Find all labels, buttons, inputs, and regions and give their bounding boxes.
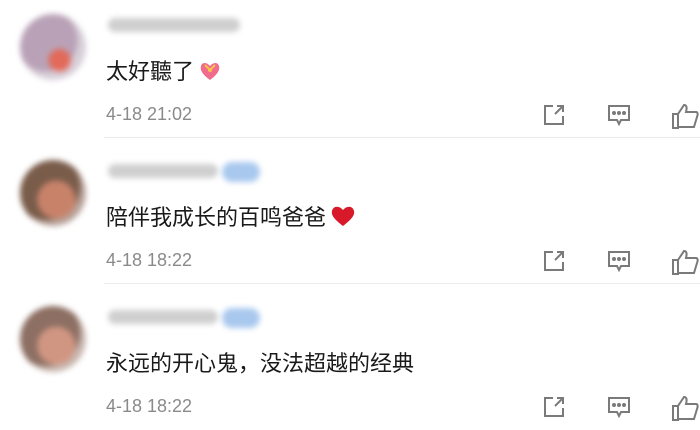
avatar[interactable]	[20, 306, 86, 372]
reply-button[interactable]	[606, 248, 632, 274]
comment-icon	[608, 397, 630, 419]
comment-item[interactable]: 太好聽了 4-18 21:02	[0, 0, 700, 138]
share-icon	[544, 251, 564, 271]
username-blurred[interactable]	[108, 310, 218, 324]
comment-icon	[608, 105, 630, 127]
comment-text: 太好聽了	[106, 54, 222, 88]
username-blurred[interactable]	[108, 164, 218, 178]
share-button[interactable]	[541, 102, 567, 128]
like-button[interactable]	[670, 102, 699, 129]
comment-text: 永远的开心鬼，没法超越的经典	[106, 352, 415, 377]
avatar[interactable]	[20, 160, 86, 226]
comment-icon	[608, 251, 630, 273]
red-heart-icon	[330, 204, 356, 234]
vip-badge	[222, 162, 260, 182]
thumbs-up-icon	[672, 103, 699, 129]
share-icon	[544, 397, 564, 417]
reply-button[interactable]	[606, 102, 632, 128]
like-button[interactable]	[670, 394, 699, 421]
comment-time: 4-18 18:22	[106, 250, 193, 270]
thumbs-up-icon	[672, 249, 699, 275]
heart-with-ribbon-icon	[198, 60, 222, 88]
username-blurred[interactable]	[108, 18, 240, 32]
vip-badge	[222, 308, 260, 328]
comment-text: 陪伴我成长的百鸣爸爸	[106, 200, 356, 234]
thumbs-up-icon	[672, 395, 699, 421]
comment-time: 4-18 18:22	[106, 396, 193, 416]
comment-time: 4-18 21:02	[106, 104, 193, 124]
share-button[interactable]	[541, 248, 567, 274]
like-button[interactable]	[670, 248, 699, 275]
share-button[interactable]	[541, 394, 567, 420]
reply-button[interactable]	[606, 394, 632, 420]
avatar[interactable]	[20, 14, 86, 80]
comment-item[interactable]: 陪伴我成长的百鸣爸爸 4-18 18:22	[0, 138, 700, 284]
share-icon	[544, 105, 564, 125]
comment-item[interactable]: 永远的开心鬼，没法超越的经典 4-18 18:22	[0, 284, 700, 430]
